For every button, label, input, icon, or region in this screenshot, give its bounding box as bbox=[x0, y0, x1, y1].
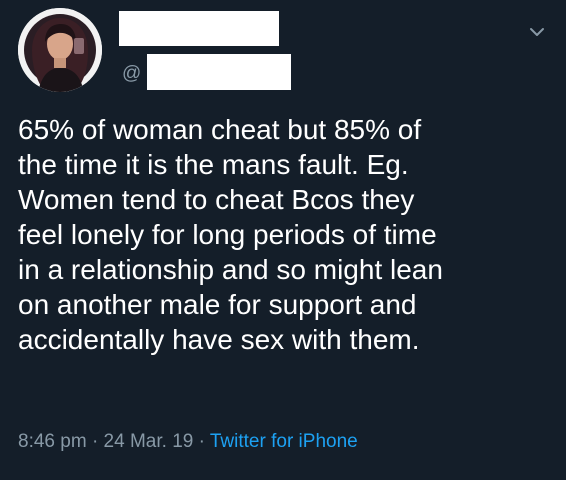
tweet-text: 65% of woman cheat but 85% of the time i… bbox=[18, 114, 443, 355]
tweet-time[interactable]: 8:46 pm bbox=[18, 431, 87, 452]
separator-dot: · bbox=[198, 431, 205, 452]
avatar[interactable] bbox=[18, 8, 102, 92]
separator-dot: · bbox=[91, 431, 99, 452]
handle-row[interactable]: @ bbox=[122, 60, 141, 88]
tweet-metadata: 8:46 pm · 24 Mar. 19 · Twitter for iPhon… bbox=[18, 429, 358, 455]
profile-photo-icon bbox=[18, 8, 102, 92]
tweet-date[interactable]: 24 Mar. 19 bbox=[104, 431, 194, 452]
chevron-down-icon[interactable] bbox=[528, 25, 546, 39]
redacted-handle bbox=[147, 54, 291, 90]
tweet-card: @ 65% of woman cheat but 85% of the time… bbox=[0, 0, 566, 480]
handle-prefix: @ bbox=[122, 63, 142, 84]
tweet-source-link[interactable]: Twitter for iPhone bbox=[210, 431, 358, 452]
redacted-display-name bbox=[119, 11, 279, 46]
